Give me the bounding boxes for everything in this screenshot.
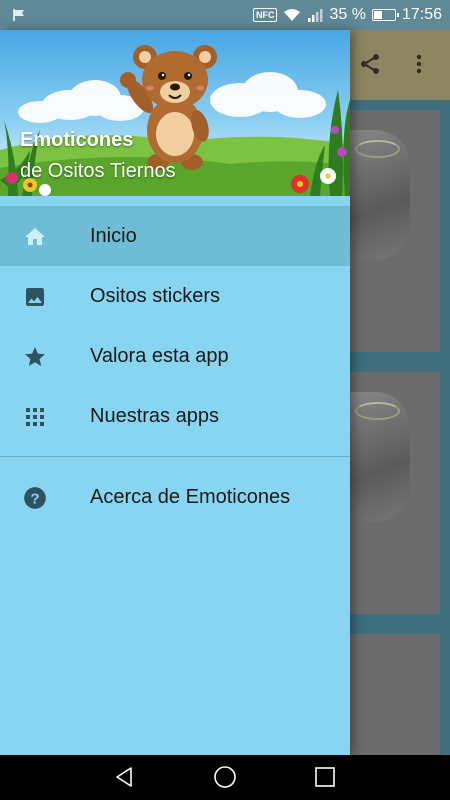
system-nav-bar xyxy=(0,755,450,800)
menu-item-label: Nuestras apps xyxy=(90,404,219,427)
back-icon[interactable] xyxy=(112,765,136,789)
apps-grid-icon xyxy=(22,404,48,430)
home-icon xyxy=(22,224,48,250)
menu-item-label: Valora esta app xyxy=(90,344,229,367)
star-icon xyxy=(22,344,48,370)
image-icon xyxy=(22,284,48,310)
svg-text:?: ? xyxy=(30,490,39,507)
menu-item-label: Acerca de Emoticones xyxy=(90,485,291,508)
menu-item-valora-esta-app[interactable]: Valora esta app xyxy=(0,326,350,386)
sticker-card[interactable] xyxy=(350,634,440,755)
sticker-card[interactable] xyxy=(350,372,440,614)
battery-icon xyxy=(371,9,399,21)
menu-item-ositos-stickers[interactable]: Ositos stickers xyxy=(0,266,350,326)
menu-item-label: Ositos stickers xyxy=(90,284,221,307)
navigation-drawer: Emoticones de Ositos Tiernos Inicio Osit… xyxy=(0,30,350,755)
menu-item-inicio[interactable]: Inicio xyxy=(0,206,350,266)
flag-icon xyxy=(13,9,24,21)
battery-percent: 35 % xyxy=(329,6,366,23)
drawer-menu: Inicio Ositos stickers Valora esta app N… xyxy=(0,206,350,527)
menu-item-label: Inicio xyxy=(90,224,137,247)
drawer-header-title: Emoticones xyxy=(20,129,134,151)
nfc-icon: NFC xyxy=(252,8,278,22)
home-circle-icon[interactable] xyxy=(213,765,237,789)
menu-item-nuestras-apps[interactable]: Nuestras apps xyxy=(0,386,350,446)
status-bar: NFC 35 % 17:56 xyxy=(0,0,450,30)
sticker-card[interactable] xyxy=(350,110,440,352)
more-vert-icon[interactable] xyxy=(414,52,424,76)
drawer-header-subtitle: de Ositos Tiernos xyxy=(20,160,176,182)
wifi-icon xyxy=(284,9,301,21)
menu-item-acerca-de[interactable]: ? Acerca de Emoticones xyxy=(0,467,350,527)
menu-divider xyxy=(0,456,350,457)
drawer-header: Emoticones de Ositos Tiernos xyxy=(0,30,350,196)
share-icon[interactable] xyxy=(358,52,382,76)
background-toolbar xyxy=(350,30,450,100)
signal-icon xyxy=(308,9,323,22)
help-icon: ? xyxy=(22,485,48,511)
recents-icon[interactable] xyxy=(314,765,336,789)
clock: 17:56 xyxy=(401,6,442,23)
